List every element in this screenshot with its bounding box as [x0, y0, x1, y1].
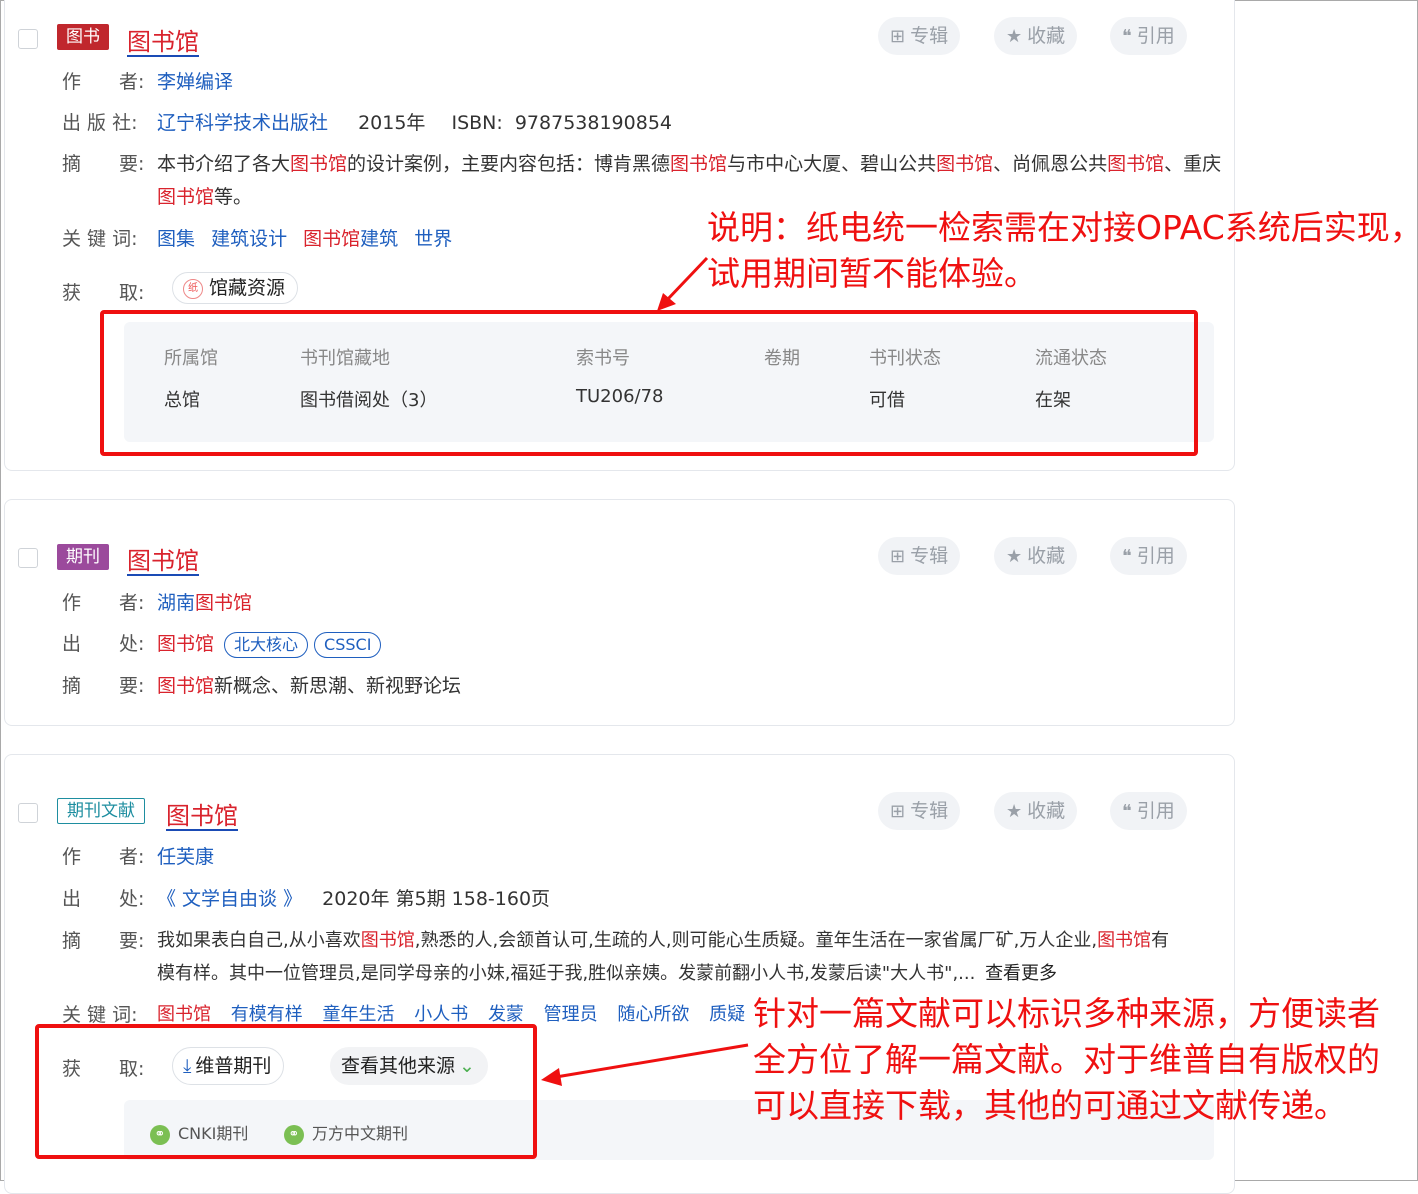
annotation-arrow	[541, 1043, 749, 1086]
